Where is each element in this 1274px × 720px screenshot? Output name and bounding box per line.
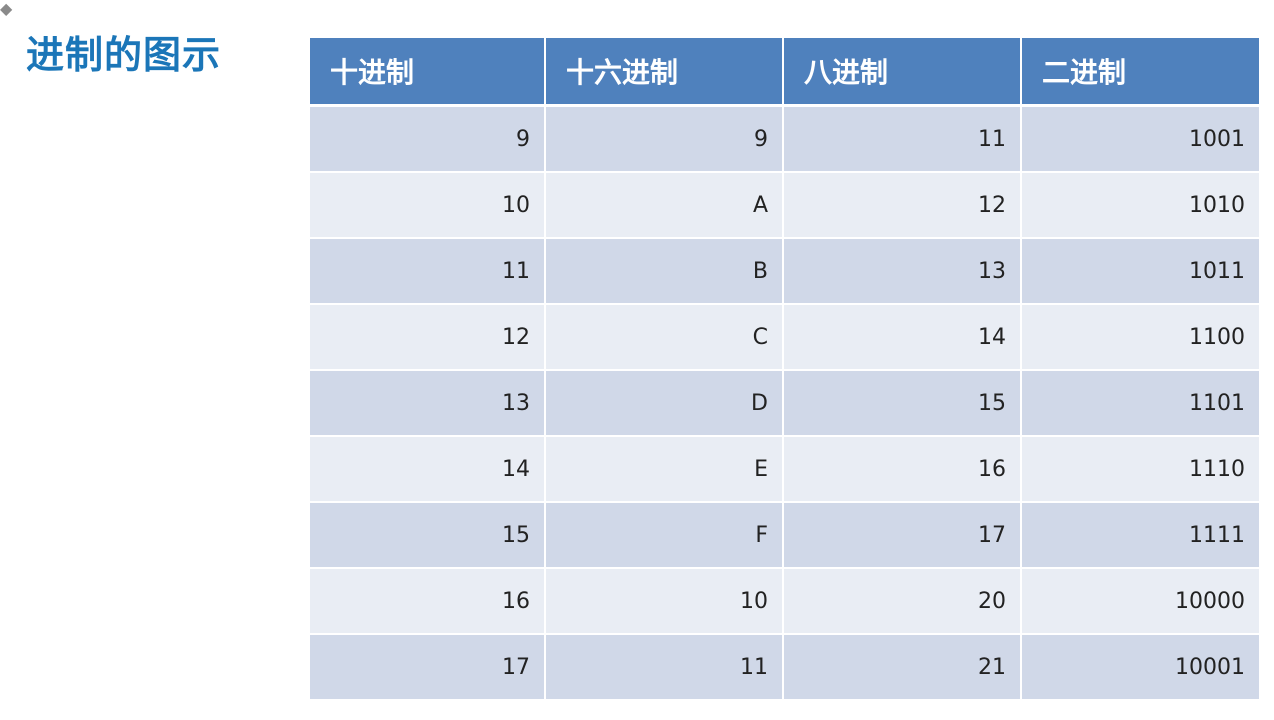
- table-row: 14 E 16 1110: [310, 437, 1259, 503]
- cell-decimal: 16: [310, 569, 546, 635]
- cell-binary: 1010: [1022, 173, 1259, 239]
- cell-binary: 1110: [1022, 437, 1259, 503]
- cell-decimal: 10: [310, 173, 546, 239]
- cell-decimal: 14: [310, 437, 546, 503]
- cell-octal: 11: [784, 107, 1022, 173]
- cell-decimal: 12: [310, 305, 546, 371]
- cell-decimal: 11: [310, 239, 546, 305]
- cell-octal: 17: [784, 503, 1022, 569]
- cell-octal: 14: [784, 305, 1022, 371]
- cell-octal: 12: [784, 173, 1022, 239]
- cell-binary: 1111: [1022, 503, 1259, 569]
- cell-binary: 1001: [1022, 107, 1259, 173]
- cell-octal: 15: [784, 371, 1022, 437]
- table-row: 10 A 12 1010: [310, 173, 1259, 239]
- table-row: 17 11 21 10001: [310, 635, 1259, 701]
- cell-octal: 13: [784, 239, 1022, 305]
- table-row: 9 9 11 1001: [310, 107, 1259, 173]
- bullet-icon: ◆: [0, 0, 13, 18]
- cell-hexadecimal: 11: [546, 635, 784, 701]
- cell-hexadecimal: E: [546, 437, 784, 503]
- cell-hexadecimal: A: [546, 173, 784, 239]
- table-row: 16 10 20 10000: [310, 569, 1259, 635]
- cell-binary: 1100: [1022, 305, 1259, 371]
- table-row: 12 C 14 1100: [310, 305, 1259, 371]
- cell-octal: 16: [784, 437, 1022, 503]
- cell-hexadecimal: F: [546, 503, 784, 569]
- cell-hexadecimal: B: [546, 239, 784, 305]
- cell-binary: 10001: [1022, 635, 1259, 701]
- cell-decimal: 17: [310, 635, 546, 701]
- cell-octal: 21: [784, 635, 1022, 701]
- header-hexadecimal: 十六进制: [546, 38, 784, 107]
- cell-binary: 1011: [1022, 239, 1259, 305]
- cell-binary: 10000: [1022, 569, 1259, 635]
- cell-binary: 1101: [1022, 371, 1259, 437]
- number-base-table: 十进制 十六进制 八进制 二进制 9 9 11 1001 10 A 12 101…: [310, 38, 1259, 701]
- cell-hexadecimal: D: [546, 371, 784, 437]
- cell-hexadecimal: 10: [546, 569, 784, 635]
- slide-title: 进制的图示: [26, 33, 222, 77]
- cell-octal: 20: [784, 569, 1022, 635]
- cell-decimal: 9: [310, 107, 546, 173]
- header-octal: 八进制: [784, 38, 1022, 107]
- table-row: 11 B 13 1011: [310, 239, 1259, 305]
- table-header-row: 十进制 十六进制 八进制 二进制: [310, 38, 1259, 107]
- cell-hexadecimal: 9: [546, 107, 784, 173]
- cell-decimal: 15: [310, 503, 546, 569]
- table-row: 15 F 17 1111: [310, 503, 1259, 569]
- cell-decimal: 13: [310, 371, 546, 437]
- table-row: 13 D 15 1101: [310, 371, 1259, 437]
- cell-hexadecimal: C: [546, 305, 784, 371]
- header-decimal: 十进制: [310, 38, 546, 107]
- header-binary: 二进制: [1022, 38, 1259, 107]
